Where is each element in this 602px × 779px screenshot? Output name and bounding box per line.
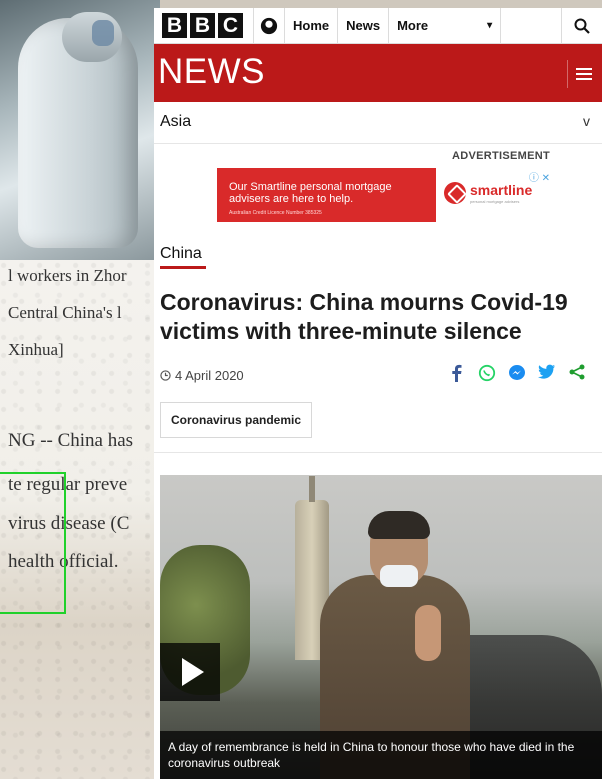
bbc-top-bar: B B C Home News More ▾ <box>154 8 602 44</box>
search-icon <box>574 18 590 34</box>
twitter-share-button[interactable] <box>532 364 562 382</box>
facebook-share-button[interactable] <box>442 364 472 382</box>
glove <box>92 20 114 46</box>
advertisement-banner[interactable]: Our Smartline personal mortgage advisers… <box>217 168 552 222</box>
photo-mourner-hair <box>368 511 430 539</box>
bbc-logo[interactable]: B B C <box>162 13 243 38</box>
hamburger-icon <box>576 73 592 75</box>
twitter-icon <box>538 364 555 379</box>
news-header: NEWS <box>154 44 602 102</box>
smartline-logo-icon <box>444 182 466 204</box>
play-button[interactable] <box>160 643 220 701</box>
ad-logo: smartline personal mortgage advisers ⓘ ✕ <box>436 168 552 222</box>
ad-fine-print: Australian Credit Licence Number 385325 <box>229 210 322 216</box>
share-icon <box>569 364 585 380</box>
nav-more[interactable]: More ▾ <box>389 8 502 43</box>
region-selector[interactable]: Asia v <box>154 103 602 144</box>
account-button[interactable] <box>253 8 285 43</box>
bbc-news-page: B B C Home News More ▾ NEWS Asia v ADVER… <box>154 8 602 779</box>
background-line-4: NG -- China has <box>8 430 134 451</box>
section-underline <box>160 266 206 269</box>
photo-mourner-hands <box>415 605 441 661</box>
article-headline: Coronavirus: China mourns Covid-19 victi… <box>160 289 568 344</box>
search-button[interactable] <box>561 8 602 43</box>
ad-brand-sub: personal mortgage advisers <box>470 199 520 204</box>
nav-news[interactable]: News <box>338 8 390 43</box>
ad-brand: smartline <box>470 182 533 198</box>
chevron-down-icon: ▾ <box>487 20 493 31</box>
messenger-share-button[interactable] <box>502 364 532 382</box>
whatsapp-share-button[interactable] <box>472 364 502 382</box>
whatsapp-icon <box>478 364 496 382</box>
advertisement-label: ADVERTISEMENT <box>451 150 550 162</box>
protective-suit <box>18 12 138 248</box>
article-video[interactable]: A day of remembrance is held in China to… <box>160 475 602 779</box>
ad-text: Our Smartline personal mortgage advisers… <box>229 181 392 205</box>
region-label: Asia <box>160 113 192 130</box>
play-icon <box>182 658 204 686</box>
account-icon <box>260 17 278 34</box>
background-line-2: Central China's l <box>8 303 122 322</box>
background-photo-health-worker <box>0 0 160 260</box>
messenger-icon <box>509 365 525 380</box>
article-date: 4 April 2020 <box>160 368 244 383</box>
nav-home[interactable]: Home <box>285 8 339 43</box>
ad-close-icon[interactable]: ⓘ ✕ <box>529 169 550 184</box>
background-line-3: Xinhua] <box>8 340 64 359</box>
bbc-logo-letter: C <box>218 13 243 38</box>
clock-icon <box>160 370 171 381</box>
share-tools <box>442 364 592 382</box>
article-date-text: 4 April 2020 <box>175 368 244 383</box>
menu-button[interactable] <box>567 60 600 88</box>
topic-tag[interactable]: Coronavirus pandemic <box>160 402 313 438</box>
background-line-1: l workers in Zhor <box>8 266 127 285</box>
section-link[interactable]: China <box>160 245 202 263</box>
facebook-icon <box>452 364 462 382</box>
chevron-down-icon: v <box>583 113 590 129</box>
nav-more-label: More <box>397 18 429 33</box>
image-caption: A day of remembrance is held in China to… <box>160 731 602 779</box>
news-title[interactable]: NEWS <box>158 52 265 92</box>
bbc-logo-letter: B <box>190 13 215 38</box>
photo-mourner-mask <box>380 565 418 587</box>
highlight-box <box>0 472 66 614</box>
bbc-logo-letter: B <box>162 13 187 38</box>
share-button[interactable] <box>562 364 592 382</box>
divider <box>154 452 602 453</box>
